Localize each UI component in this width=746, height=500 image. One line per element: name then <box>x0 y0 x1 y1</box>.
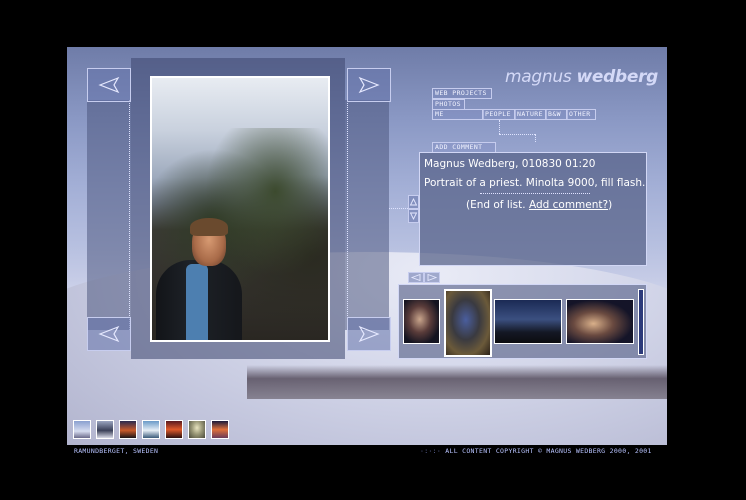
location-caption: RAMUNDBERGET, SWEDEN <box>74 447 159 455</box>
thumbnail-photo-partial[interactable] <box>638 289 644 355</box>
arrow-left-icon <box>98 76 120 94</box>
comment-divider <box>480 193 590 194</box>
photo-person-shirt <box>186 264 208 340</box>
nav-nature[interactable]: NATURE <box>514 109 547 120</box>
mini-thumbnail[interactable] <box>96 420 114 439</box>
comment-text: Portrait of a priest. Minolta 9000, fill… <box>424 177 646 189</box>
previous-photo-button[interactable] <box>87 68 131 102</box>
next-photo-button[interactable] <box>347 68 391 102</box>
mini-thumbnail[interactable] <box>73 420 91 439</box>
nav-connector <box>499 134 535 135</box>
mini-thumbnail[interactable] <box>142 420 160 439</box>
main-photo[interactable] <box>150 76 330 342</box>
arrow-up-icon <box>409 197 418 206</box>
next-photo-button-bottom[interactable] <box>347 317 391 351</box>
photo-gallery-stage: magnus wedberg WEB PROJECTS PHOTOS ME PE… <box>67 47 667 445</box>
arrow-right-icon <box>427 273 438 282</box>
thumbnail-photo[interactable] <box>494 299 562 344</box>
copyright-dots: ·:·:· <box>420 447 446 455</box>
mini-thumbnail[interactable] <box>165 420 183 439</box>
arrow-left-icon <box>98 325 120 343</box>
thumbnail-strip <box>398 284 647 359</box>
mini-thumbnail[interactable] <box>211 420 229 439</box>
comment-box: Magnus Wedberg, 010830 01:20 Portrait of… <box>419 152 647 266</box>
thumbnail-photo[interactable] <box>566 299 634 344</box>
add-comment-link[interactable]: Add comment? <box>529 199 608 211</box>
previous-photo-button-bottom[interactable] <box>87 317 131 351</box>
thumbnail-photo-selected[interactable] <box>444 289 492 357</box>
photo-person-hair <box>190 218 228 236</box>
nav-other[interactable]: OTHER <box>566 109 596 120</box>
arrow-left-icon <box>410 273 421 282</box>
logo-last-name: wedberg <box>576 67 659 87</box>
thumbnails-previous-button[interactable] <box>408 272 424 283</box>
comment-scroll-down-button[interactable] <box>408 209 419 223</box>
mini-thumbnail[interactable] <box>188 420 206 439</box>
logo-first-name: magnus <box>505 67 572 87</box>
copyright-caption: ·:·:· ALL CONTENT COPYRIGHT © MAGNUS WED… <box>420 447 652 455</box>
arrow-right-icon <box>358 325 380 343</box>
thumbnails-next-button[interactable] <box>424 272 440 283</box>
copyright-text: ALL CONTENT COPYRIGHT © MAGNUS WEDBERG 2… <box>445 447 652 455</box>
tree-line-background <box>247 365 667 399</box>
nav-me[interactable]: ME <box>432 109 484 120</box>
comment-end-of-list: (End of list. Add comment?) <box>466 199 612 211</box>
mini-thumbnail[interactable] <box>119 420 137 439</box>
nav-connector <box>499 120 500 134</box>
left-side-panel <box>87 100 131 330</box>
thumbnail-photo[interactable] <box>403 299 440 344</box>
end-list-suffix: ) <box>608 199 613 211</box>
guide-line <box>389 208 408 209</box>
nav-bw[interactable]: B&W <box>545 109 568 120</box>
nav-web-projects[interactable]: WEB PROJECTS <box>432 88 492 99</box>
nav-people[interactable]: PEOPLE <box>482 109 516 120</box>
guide-line <box>129 100 130 330</box>
arrow-down-icon <box>409 212 418 221</box>
comment-author-date: Magnus Wedberg, 010830 01:20 <box>424 158 596 170</box>
end-list-prefix: (End of list. <box>466 199 529 211</box>
site-logo[interactable]: magnus wedberg <box>505 67 658 87</box>
comment-scroll-up-button[interactable] <box>408 195 419 209</box>
arrow-right-icon <box>358 76 380 94</box>
guide-line <box>347 100 348 330</box>
right-side-panel <box>345 100 389 330</box>
nav-connector <box>535 134 536 142</box>
